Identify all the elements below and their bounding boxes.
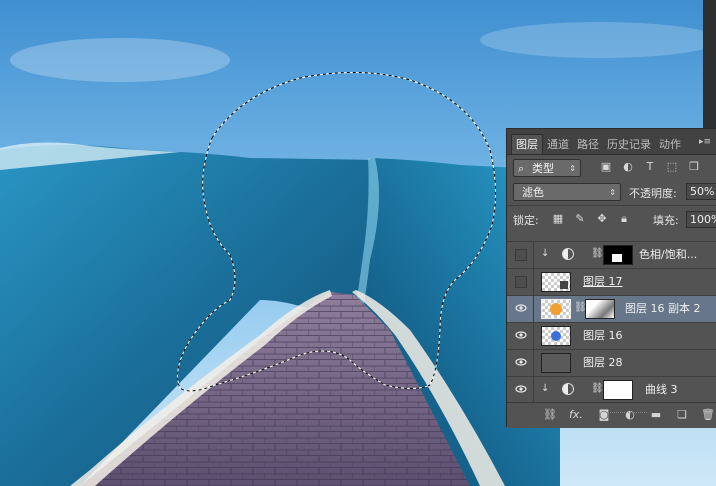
- chevron-updown-icon: ⇕: [569, 164, 576, 173]
- lock-label: 锁定:: [513, 214, 539, 227]
- chevron-updown-icon: ⇕: [609, 188, 616, 197]
- adjustment-layer-icon: [562, 248, 574, 260]
- layer-row-selected[interactable]: ⛓ 图层 16 副本 2: [507, 295, 716, 322]
- layer-thumbnail: [541, 272, 571, 292]
- filter-kind-dropdown[interactable]: ⌕ 类型 ⇕: [513, 159, 581, 177]
- layer-name: 图层 16: [583, 329, 623, 342]
- layer-name: 曲线 3: [645, 383, 678, 396]
- lock-position-icon[interactable]: ✥: [595, 212, 609, 226]
- type-filter-icon[interactable]: T: [643, 160, 657, 174]
- panel-tabs: 图层 通道 路径 历史记录 动作: [507, 129, 716, 155]
- tab-paths[interactable]: 路径: [573, 135, 603, 154]
- dark-ui-strip: [703, 0, 716, 128]
- layer-name: 图层 28: [583, 356, 623, 369]
- eye-icon[interactable]: [515, 329, 527, 341]
- lock-all-icon[interactable]: 🔒︎: [617, 212, 631, 226]
- layer-mask-thumbnail: [603, 380, 633, 400]
- layer-row[interactable]: 图层 17: [507, 268, 716, 295]
- pixel-filter-icon[interactable]: ▣: [599, 160, 613, 174]
- link-icon: ⛓: [591, 383, 604, 394]
- tab-history[interactable]: 历史记录: [603, 135, 655, 154]
- eye-icon[interactable]: [515, 383, 527, 395]
- lock-row: 锁定: ▦ ✎ ✥ 🔒︎ 填充: 100%: [507, 205, 716, 232]
- panel-menu-icon[interactable]: ▸≡: [699, 137, 711, 147]
- search-icon: ⌕: [518, 162, 525, 175]
- link-layers-icon[interactable]: ⛓: [543, 408, 557, 422]
- layer-thumbnail: [541, 353, 571, 373]
- layer-row[interactable]: ↓ ⛓ 曲线 3: [507, 376, 716, 403]
- clip-arrow-icon: ↓: [541, 383, 550, 394]
- layer-name: 图层 17: [583, 275, 623, 288]
- opacity-input[interactable]: 50%: [686, 183, 716, 200]
- layer-mask-thumbnail: [585, 299, 615, 319]
- fill-label: 填充:: [653, 214, 679, 227]
- new-layer-icon[interactable]: ❏: [675, 408, 689, 422]
- layer-thumbnail: [541, 299, 571, 319]
- layer-name: 色相/饱和...: [639, 248, 698, 261]
- shape-filter-icon[interactable]: ⬚: [665, 160, 679, 174]
- layer-row[interactable]: 图层 16: [507, 322, 716, 349]
- tab-layers[interactable]: 图层: [511, 134, 543, 154]
- filter-row: ⌕ 类型 ⇕ ▣ ◐ T ⬚ ❐: [507, 155, 716, 179]
- blend-mode-value: 滤色: [522, 186, 544, 199]
- eye-icon[interactable]: [515, 302, 527, 314]
- fill-input[interactable]: 100%: [686, 211, 716, 228]
- layer-mask-thumbnail: [603, 245, 633, 265]
- layer-row[interactable]: ↓ ⛓ 色相/饱和...: [507, 241, 716, 268]
- lock-transparent-icon[interactable]: ▦: [551, 212, 565, 226]
- blend-mode-dropdown[interactable]: 滤色 ⇕: [513, 183, 621, 201]
- visibility-toggle[interactable]: [515, 276, 527, 288]
- trash-icon[interactable]: 🗑︎: [701, 408, 715, 422]
- opacity-label: 不透明度:: [629, 187, 677, 200]
- filter-kind-label: 类型: [532, 162, 554, 175]
- tab-channels[interactable]: 通道: [543, 135, 573, 154]
- visibility-toggle[interactable]: [515, 249, 527, 261]
- new-group-icon[interactable]: ▬: [649, 408, 663, 422]
- adjustment-layer-icon: [562, 383, 574, 395]
- tab-actions[interactable]: 动作: [655, 135, 685, 154]
- adjustment-filter-icon[interactable]: ◐: [621, 160, 635, 174]
- layer-row[interactable]: 图层 28: [507, 349, 716, 376]
- smart-object-filter-icon[interactable]: ❐: [687, 160, 701, 174]
- eye-icon[interactable]: [515, 356, 527, 368]
- layer-name: 图层 16 副本 2: [625, 302, 701, 315]
- resize-grip[interactable]: [607, 412, 647, 416]
- layers-panel: 图层 通道 路径 历史记录 动作 ▸≡ ⌕ 类型 ⇕ ▣ ◐ T ⬚ ❐ 滤色 …: [506, 128, 716, 428]
- link-icon: ⛓: [591, 248, 604, 259]
- fx-icon[interactable]: fx.: [569, 408, 583, 422]
- layer-thumbnail: [541, 326, 571, 346]
- blend-row: 滤色 ⇕ 不透明度: 50%: [507, 179, 716, 205]
- clip-arrow-icon: ↓: [541, 248, 550, 259]
- lock-paint-icon[interactable]: ✎: [573, 212, 587, 226]
